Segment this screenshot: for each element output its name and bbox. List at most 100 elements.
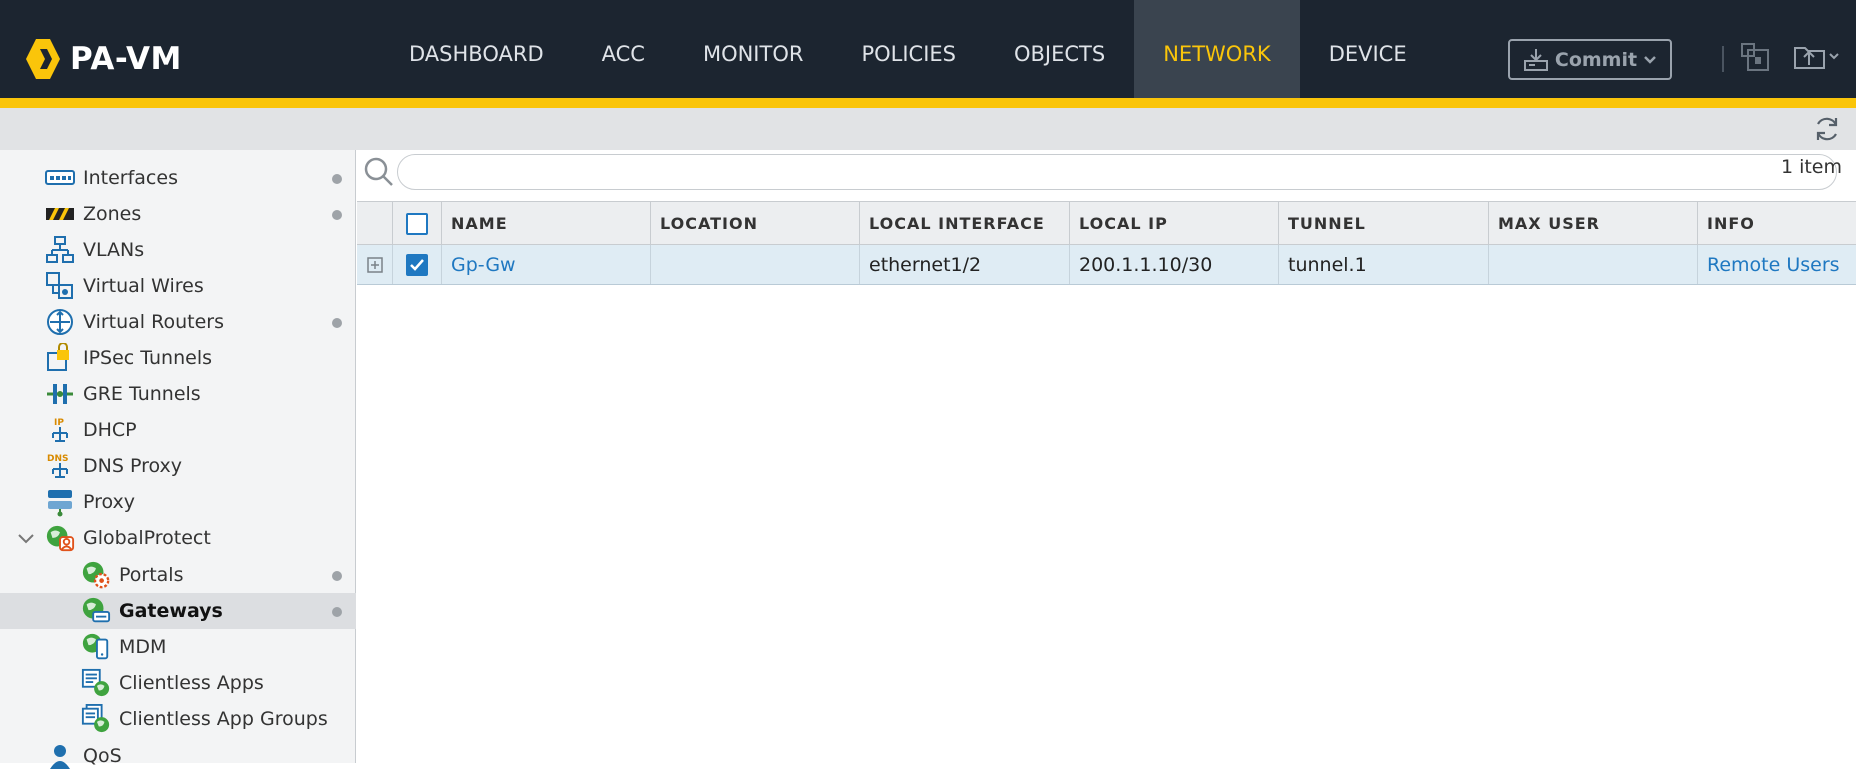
cell-location <box>650 245 859 284</box>
sidebar-item-label: IPSec Tunnels <box>83 347 213 369</box>
status-dot <box>332 318 342 328</box>
accent-stripe <box>0 98 1856 108</box>
sidebar-item-portals[interactable]: Portals <box>0 557 356 593</box>
sidebar-item-label: Proxy <box>83 491 136 513</box>
tab-acc[interactable]: ACC <box>573 0 674 98</box>
select-all-column-header <box>392 202 441 245</box>
sidebar-item-label: Portals <box>119 564 184 586</box>
zones-icon <box>45 199 75 229</box>
sidebar-item-interfaces[interactable]: Interfaces <box>0 160 356 196</box>
column-header-location[interactable]: LOCATION <box>650 202 859 245</box>
svg-text:IP: IP <box>54 418 64 428</box>
expand-row-icon[interactable] <box>357 245 392 284</box>
refresh-icon[interactable] <box>1812 114 1842 148</box>
chevron-down-icon <box>1644 55 1656 64</box>
sidebar-item-ipsec-tunnels[interactable]: IPSec Tunnels <box>0 340 356 376</box>
sidebar-item-label: QoS <box>83 745 122 767</box>
brand-logo: PA-VM <box>26 38 182 80</box>
top-navigation-bar: PA-VM DASHBOARD ACC MONITOR POLICIES OBJ… <box>0 0 1856 98</box>
sidebar-item-label: Zones <box>83 203 142 225</box>
filter-bar: 1 item <box>357 150 1856 200</box>
tab-device[interactable]: DEVICE <box>1300 0 1436 98</box>
sidebar-item-zones[interactable]: Zones <box>0 196 356 232</box>
checkmark-icon <box>410 258 424 271</box>
sidebar-item-globalprotect[interactable]: GlobalProtect <box>0 520 356 556</box>
proxy-icon <box>45 487 75 517</box>
column-header-local-interface[interactable]: LOCAL INTERFACE <box>859 202 1069 245</box>
cell-local-interface: ethernet1/2 <box>859 245 1069 284</box>
item-count: 1 item <box>1780 156 1842 178</box>
cell-tunnel: tunnel.1 <box>1278 245 1488 284</box>
sidebar: Interfaces Zones VLANs Virtual Wires Vir… <box>0 150 356 769</box>
sidebar-item-label: Clientless Apps <box>119 672 264 694</box>
sidebar-item-label: DHCP <box>83 419 137 441</box>
mdm-icon <box>81 632 111 662</box>
clientless-apps-icon <box>81 668 111 698</box>
tab-dashboard[interactable]: DASHBOARD <box>380 0 573 98</box>
dhcp-icon: IP <box>45 415 75 445</box>
table-row[interactable]: Gp-Gw ethernet1/2 200.1.1.10/30 tunnel.1… <box>357 245 1856 285</box>
sidebar-item-dhcp[interactable]: IP DHCP <box>0 412 356 448</box>
sidebar-item-label: GlobalProtect <box>83 527 211 549</box>
sidebar-item-vlans[interactable]: VLANs <box>0 232 356 268</box>
sidebar-item-gre-tunnels[interactable]: GRE Tunnels <box>0 376 356 412</box>
interfaces-icon <box>45 163 75 193</box>
sidebar-item-mdm[interactable]: MDM <box>0 629 356 665</box>
status-dot <box>332 210 342 220</box>
column-header-max-user[interactable]: MAX USER <box>1488 202 1697 245</box>
sidebar-item-label: Clientless App Groups <box>119 708 328 730</box>
sidebar-item-dns-proxy[interactable]: DNS DNS Proxy <box>0 448 356 484</box>
config-lock-icon[interactable] <box>1740 40 1770 76</box>
commit-button[interactable]: Commit <box>1508 39 1672 80</box>
select-all-checkbox[interactable] <box>406 212 428 235</box>
table-header: NAME LOCATION LOCAL INTERFACE LOCAL IP T… <box>357 201 1856 245</box>
sidebar-item-proxy[interactable]: Proxy <box>0 484 356 520</box>
sidebar-item-label: Virtual Wires <box>83 275 204 297</box>
save-config-icon[interactable] <box>1792 40 1842 76</box>
search-icon <box>364 157 393 186</box>
status-dot <box>332 607 342 617</box>
sidebar-item-label: VLANs <box>83 239 145 261</box>
column-header-info[interactable]: INFO <box>1697 202 1856 245</box>
vlans-icon <box>45 235 75 265</box>
virtual-routers-icon <box>45 307 75 337</box>
qos-icon <box>45 741 75 771</box>
virtual-wires-icon <box>45 271 75 301</box>
brand-name: PA-VM <box>70 41 182 77</box>
pa-logo-icon <box>26 39 60 79</box>
sidebar-item-label: DNS Proxy <box>83 455 182 477</box>
sub-toolbar <box>0 108 1856 150</box>
row-checkbox[interactable] <box>406 253 428 276</box>
chevron-down-icon[interactable] <box>16 528 36 552</box>
sidebar-item-label: MDM <box>119 636 167 658</box>
sidebar-item-qos[interactable]: QoS <box>0 738 356 774</box>
tab-monitor[interactable]: MONITOR <box>674 0 833 98</box>
gateway-name-link[interactable]: Gp-Gw <box>441 245 650 284</box>
sidebar-item-clientless-apps[interactable]: Clientless Apps <box>0 665 356 701</box>
sidebar-item-virtual-wires[interactable]: Virtual Wires <box>0 268 356 304</box>
sidebar-item-virtual-routers[interactable]: Virtual Routers <box>0 304 356 340</box>
sidebar-item-label: Interfaces <box>83 167 178 189</box>
ipsec-tunnels-icon <box>45 343 75 373</box>
commit-icon <box>1523 48 1548 71</box>
gre-tunnels-icon <box>45 379 75 409</box>
sidebar-item-label: Virtual Routers <box>83 311 224 333</box>
cell-max-user <box>1488 245 1697 284</box>
tab-objects[interactable]: OBJECTS <box>985 0 1134 98</box>
svg-text:DNS: DNS <box>47 454 69 464</box>
tab-network[interactable]: NETWORK <box>1134 0 1300 98</box>
sidebar-item-clientless-app-groups[interactable]: Clientless App Groups <box>0 701 356 737</box>
column-header-tunnel[interactable]: TUNNEL <box>1278 202 1488 245</box>
sidebar-item-label: Gateways <box>119 600 223 622</box>
info-remote-users-link[interactable]: Remote Users <box>1697 245 1856 284</box>
tab-policies[interactable]: POLICIES <box>832 0 985 98</box>
filter-input[interactable] <box>397 154 1837 190</box>
globalprotect-icon <box>45 523 75 553</box>
sidebar-item-label: GRE Tunnels <box>83 383 201 405</box>
expand-column-header <box>357 202 392 245</box>
column-header-local-ip[interactable]: LOCAL IP <box>1069 202 1278 245</box>
column-header-name[interactable]: NAME <box>441 202 650 245</box>
dns-proxy-icon: DNS <box>45 451 75 481</box>
sidebar-item-gateways[interactable]: Gateways <box>0 593 356 629</box>
main-nav: DASHBOARD ACC MONITOR POLICIES OBJECTS N… <box>380 0 1436 98</box>
